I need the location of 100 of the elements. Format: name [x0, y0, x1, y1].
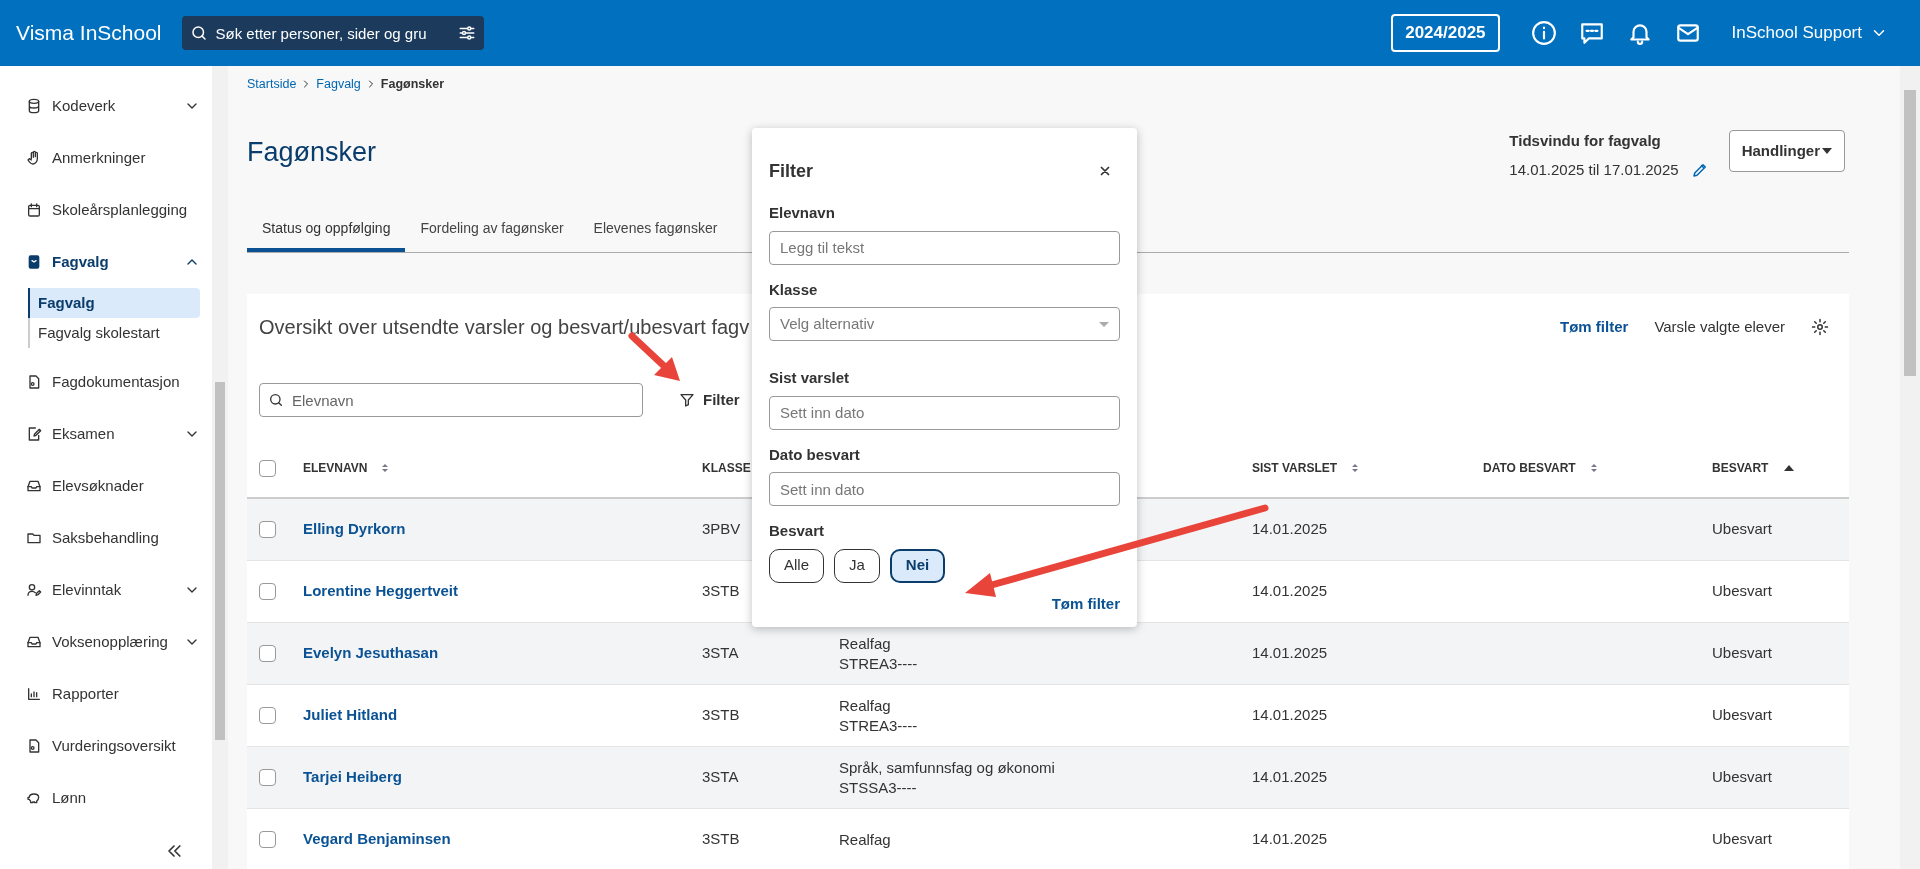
sidebar-item[interactable]: Voksenopplæring: [0, 616, 212, 668]
clear-filter-link[interactable]: Tøm filter: [1051, 592, 1120, 615]
search-field[interactable]: Søk etter personer, sider og gru: [181, 16, 484, 50]
caret-icon: [1099, 321, 1109, 327]
sidebar-item[interactable]: Fagdokumentasjon: [0, 356, 212, 408]
input-field[interactable]: Sett inn dato: [769, 472, 1120, 506]
time-window-dates: 14.01.2025 til 17.01.2025: [1509, 159, 1679, 180]
user-menu[interactable]: InSchool Support: [1731, 20, 1888, 46]
sidebar-item[interactable]: Rapporter: [0, 668, 212, 720]
table-cell: 14.01.2025: [1252, 706, 1328, 724]
inbox-icon: [26, 478, 42, 494]
toggle-option[interactable]: Nei: [889, 548, 946, 583]
table-cell: 3STB: [702, 582, 740, 600]
tab[interactable]: Fordeling av fagønsker: [405, 208, 579, 252]
sliders-icon[interactable]: [457, 24, 476, 42]
piggy-bank-icon: [26, 790, 42, 806]
sidebar-item[interactable]: Vurderingsoversikt: [0, 720, 212, 772]
sidebar-item[interactable]: Anmerkninger: [0, 132, 212, 184]
book-icon: [26, 254, 42, 270]
inbox-icon: [26, 634, 42, 650]
table-cell: 14.01.2025: [1252, 582, 1328, 600]
sidebar-subitem[interactable]: Fagvalg: [28, 288, 200, 318]
breadcrumb-link[interactable]: Startside: [247, 74, 297, 94]
table-cell-text: Realfag: [839, 633, 892, 654]
actions-button[interactable]: Handlinger: [1728, 130, 1845, 172]
time-window-label: Tidsvindu for fagvalg: [1509, 131, 1662, 151]
filter-button[interactable]: Filter: [679, 388, 740, 412]
table-cell-text: Realfag: [839, 829, 892, 850]
input-field[interactable]: Sett inn dato: [769, 395, 1120, 430]
student-name-link[interactable]: Elling Dyrkorn: [303, 520, 406, 538]
table-cell: 14.01.2025: [1252, 520, 1328, 538]
row-checkbox[interactable]: [259, 583, 276, 600]
chat-bubble-icon[interactable]: [1578, 20, 1605, 46]
annotation-arrow: [628, 332, 680, 381]
column-header[interactable]: SIST VARSLET: [1252, 459, 1338, 477]
calendar-icon: [26, 202, 42, 218]
row-checkbox[interactable]: [259, 769, 276, 786]
sidebar-scrollbar[interactable]: [212, 66, 228, 869]
dropdown-field[interactable]: Velg alternativ: [769, 307, 1120, 341]
school-year-button[interactable]: 2024/2025: [1391, 14, 1500, 52]
notify-selected-button[interactable]: Varsle valgte elever: [1654, 315, 1785, 339]
database-icon: [26, 98, 42, 114]
field-label: Dato besvart: [769, 444, 861, 465]
table-cell: Ubesvart: [1712, 644, 1773, 662]
info-icon[interactable]: [1530, 20, 1557, 46]
table-cell: 3STB: [702, 706, 740, 724]
table-cell: Ubesvart: [1712, 830, 1773, 848]
row-checkbox[interactable]: [259, 521, 276, 538]
column-header[interactable]: KLASSE: [702, 459, 751, 477]
sidebar-item[interactable]: Kodeverk: [0, 80, 212, 132]
breadcrumb-current: Fagønsker: [380, 75, 445, 93]
tab[interactable]: Status og oppfølging: [247, 208, 406, 252]
sidebar-item[interactable]: Skoleårsplanlegging: [0, 184, 212, 236]
table-cell: Ubesvart: [1712, 706, 1773, 724]
table-cell-text: STREA3----: [839, 653, 919, 674]
student-name-link[interactable]: Lorentine Heggertveit: [303, 582, 459, 600]
sidebar-subitem[interactable]: Fagvalg skolestart: [30, 318, 200, 348]
card-title: Oversikt over utsendte varsler og besvart/ubesvart fagv: [259, 315, 750, 340]
table-cell: 3STB: [702, 830, 740, 848]
sidebar-item[interactable]: Elevsøknader: [0, 460, 212, 512]
student-name-link[interactable]: Evelyn Jesuthasan: [303, 644, 439, 662]
table-cell-text: Realfag: [839, 695, 892, 716]
bar-chart-icon: [26, 686, 42, 702]
sidebar-item[interactable]: Fagvalg: [0, 236, 212, 288]
row-checkbox[interactable]: [259, 831, 276, 848]
search-field[interactable]: Elevnavn: [259, 383, 643, 417]
page-scrollbar[interactable]: [1900, 66, 1920, 869]
input-field[interactable]: Legg til tekst: [769, 230, 1120, 265]
edit-document-icon: [26, 426, 42, 442]
table-cell: Ubesvart: [1712, 520, 1773, 538]
table-cell: Ubesvart: [1712, 768, 1773, 786]
student-name-link[interactable]: Juliet Hitland: [303, 706, 398, 724]
row-checkbox[interactable]: [259, 707, 276, 724]
table-cell: 3PBV: [702, 520, 741, 538]
close-icon[interactable]: [1098, 164, 1112, 178]
row-checkbox[interactable]: [259, 645, 276, 662]
sidebar-item[interactable]: Elevinntak: [0, 564, 212, 616]
filter-icon: [679, 392, 695, 408]
tab[interactable]: Elevenes fagønsker: [578, 208, 733, 252]
table-cell-text: Språk, samfunnsfag og økonomi: [839, 757, 1056, 778]
popup-title: Filter: [769, 159, 813, 183]
clear-filter-link[interactable]: Tøm filter: [1560, 315, 1629, 339]
sidebar-item[interactable]: Saksbehandling: [0, 512, 212, 564]
page-title: Fagønsker: [247, 136, 377, 169]
table-cell: 3STA: [702, 644, 739, 662]
sidebar-item[interactable]: Lønn: [0, 772, 212, 824]
settings-icon[interactable]: [1811, 318, 1829, 336]
column-header[interactable]: DATO BESVART: [1483, 459, 1576, 477]
app-title[interactable]: Visma InSchool: [16, 17, 162, 49]
column-header[interactable]: BESVART: [1712, 459, 1769, 477]
column-header[interactable]: ELEVNAVN: [303, 459, 368, 477]
table-cell-text: STREA3----: [839, 715, 919, 736]
caret-icon: [1822, 148, 1832, 154]
toggle-option[interactable]: Ja: [834, 548, 880, 583]
breadcrumb-link[interactable]: Fagvalg: [316, 74, 361, 94]
select-all-checkbox[interactable]: [259, 459, 276, 477]
student-name-link[interactable]: Vegard Benjaminsen: [303, 830, 451, 848]
sidebar-item[interactable]: Eksamen: [0, 408, 212, 460]
toggle-option[interactable]: Alle: [769, 548, 824, 583]
student-name-link[interactable]: Tarjei Heiberg: [303, 768, 402, 786]
